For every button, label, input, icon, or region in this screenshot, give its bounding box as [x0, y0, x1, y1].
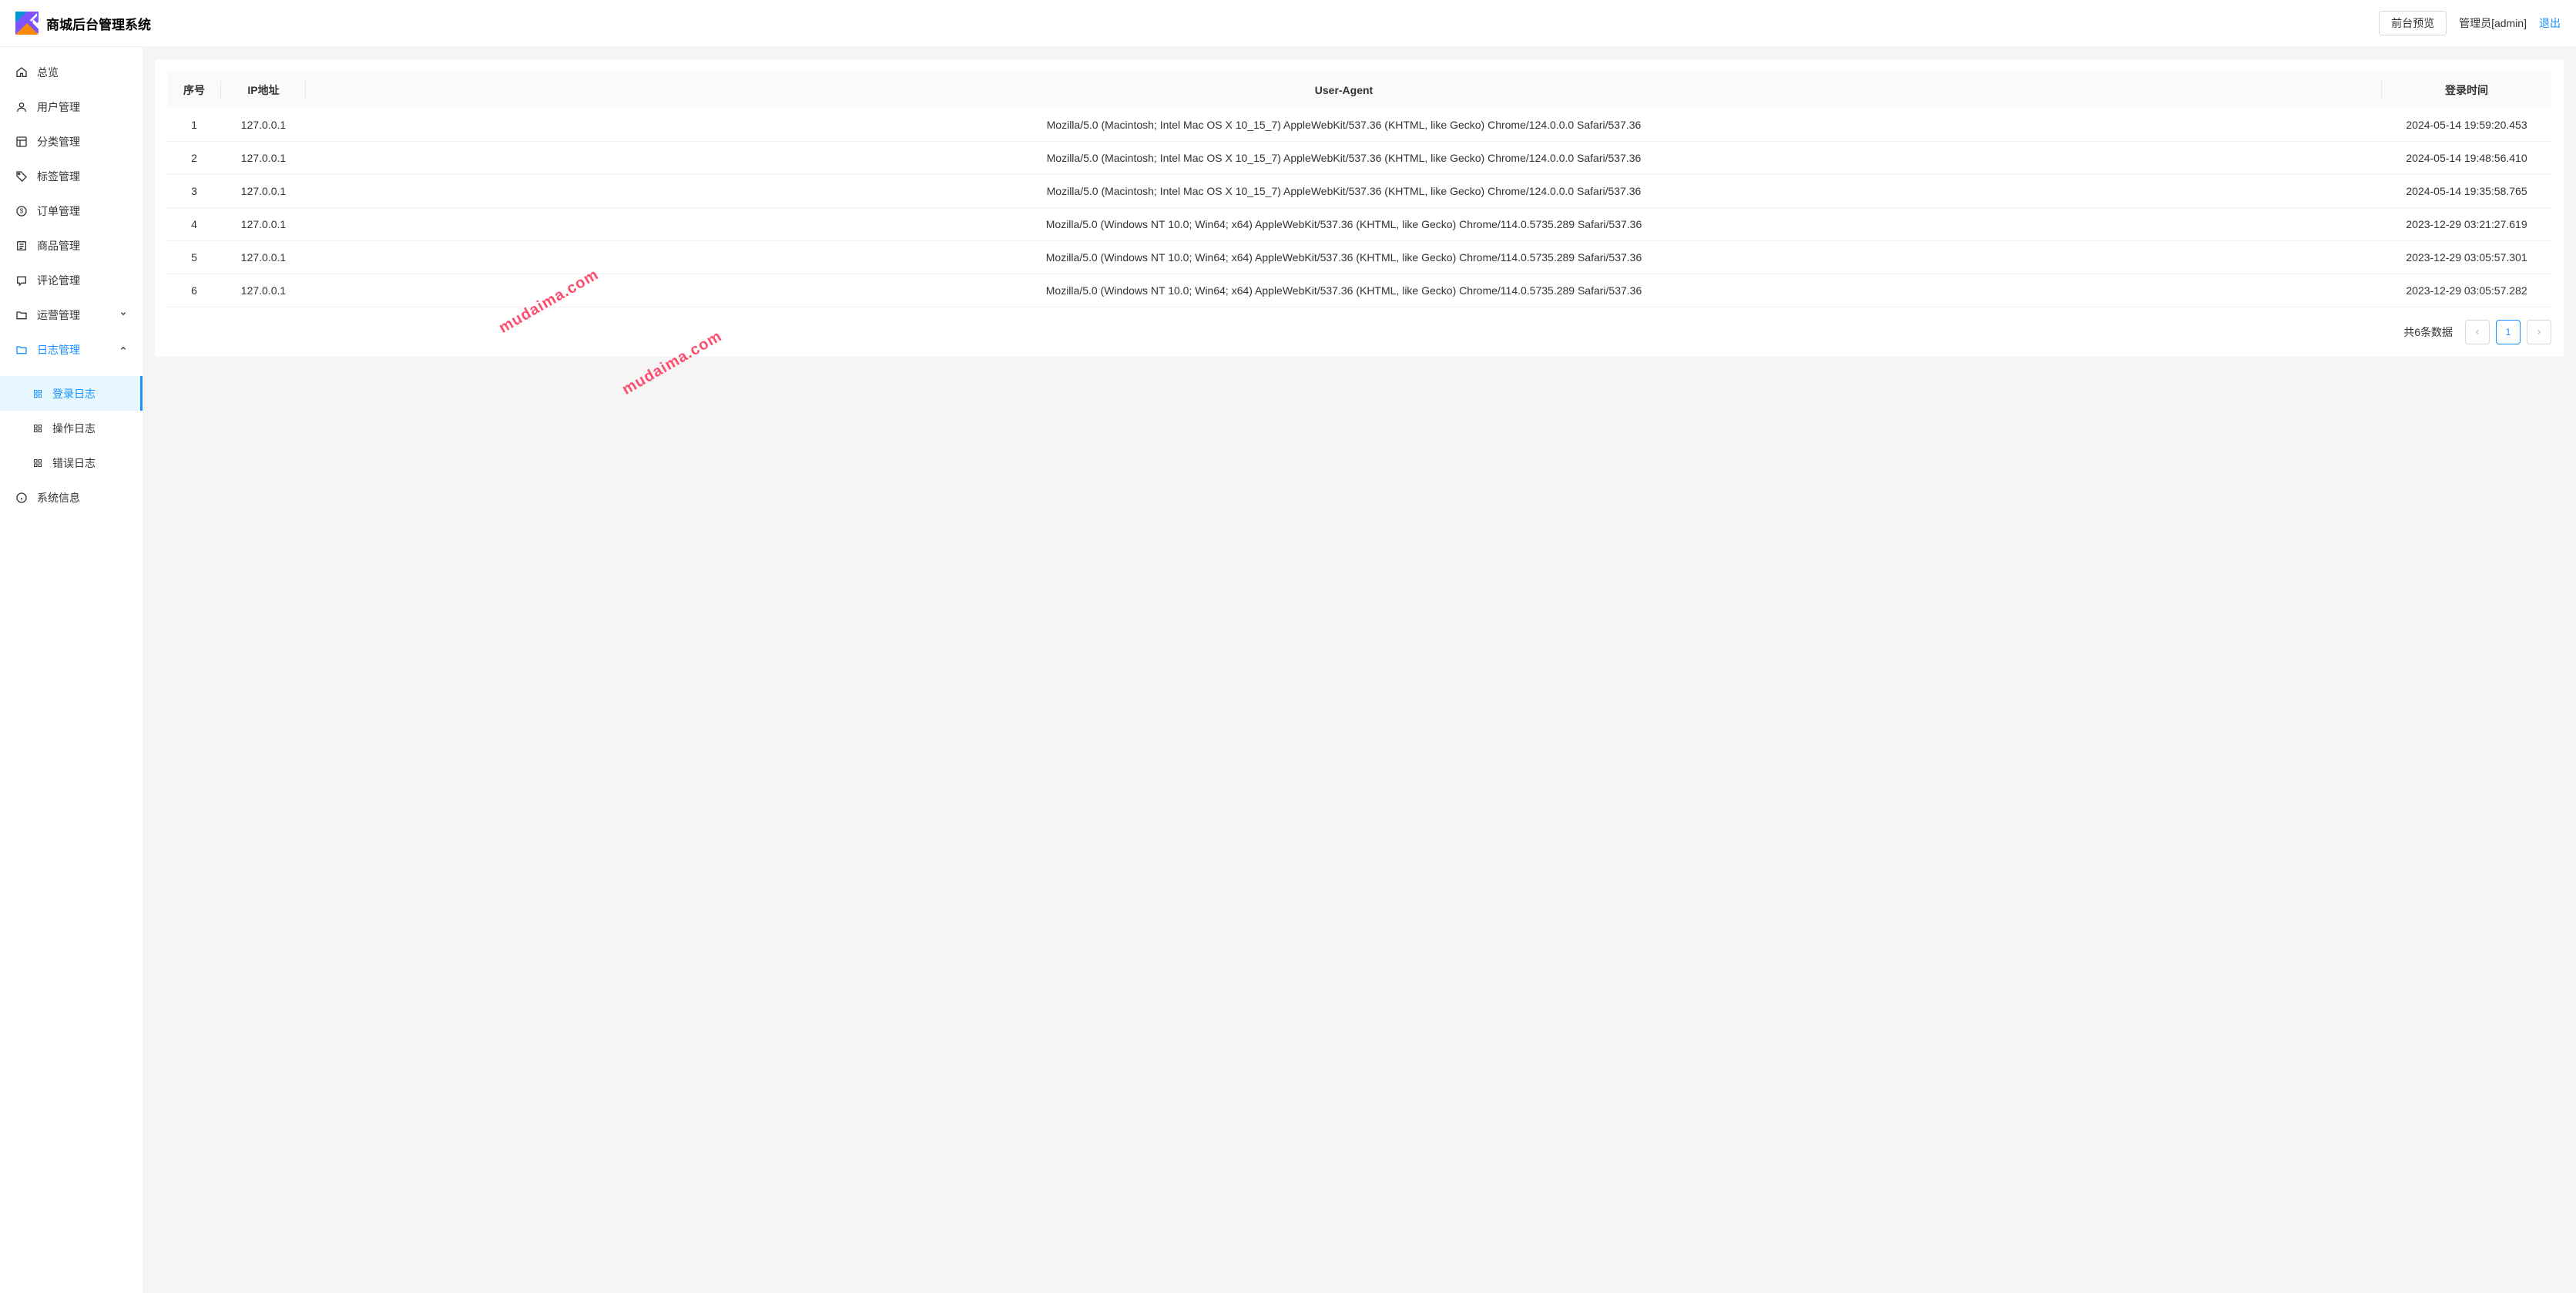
sidebar-item-tags[interactable]: 标签管理: [0, 159, 143, 193]
home-icon: [15, 66, 28, 79]
column-ua: User-Agent: [306, 72, 2382, 109]
sidebar-item-label: 运营管理: [37, 307, 80, 323]
cell-ua: Mozilla/5.0 (Windows NT 10.0; Win64; x64…: [306, 274, 2382, 307]
pagination-page-1[interactable]: 1: [2496, 320, 2521, 344]
logo-icon: [15, 12, 39, 35]
cell-time: 2023-12-29 03:05:57.282: [2382, 274, 2551, 307]
cell-ua: Mozilla/5.0 (Windows NT 10.0; Win64; x64…: [306, 241, 2382, 274]
sidebar-item-label: 订单管理: [37, 203, 80, 219]
submenu-error-log[interactable]: 错误日志: [0, 445, 143, 480]
grid-icon: [32, 388, 43, 399]
column-seq: 序号: [167, 72, 221, 109]
cell-ua: Mozilla/5.0 (Macintosh; Intel Mac OS X 1…: [306, 142, 2382, 175]
sidebar-item-label: 商品管理: [37, 238, 80, 254]
cell-seq: 5: [167, 241, 221, 274]
sidebar-item-label: 用户管理: [37, 99, 80, 115]
table-header-row: 序号 IP地址 User-Agent 登录时间: [167, 72, 2551, 109]
column-ip: IP地址: [221, 72, 306, 109]
content: 序号 IP地址 User-Agent 登录时间 1127.0.0.1Mozill…: [143, 47, 2576, 1293]
cell-ip: 127.0.0.1: [221, 274, 306, 307]
sidebar-item-logs[interactable]: 日志管理: [0, 332, 143, 367]
cell-ip: 127.0.0.1: [221, 175, 306, 208]
cell-time: 2023-12-29 03:21:27.619: [2382, 208, 2551, 241]
submenu-item-label: 错误日志: [52, 455, 96, 471]
log-table: 序号 IP地址 User-Agent 登录时间 1127.0.0.1Mozill…: [167, 72, 2551, 307]
product-icon: [15, 240, 28, 252]
submenu-login-log[interactable]: 登录日志: [0, 376, 143, 411]
submenu-item-label: 登录日志: [52, 386, 96, 401]
pagination-next[interactable]: [2527, 320, 2551, 344]
table-row: 6127.0.0.1Mozilla/5.0 (Windows NT 10.0; …: [167, 274, 2551, 307]
cell-seq: 6: [167, 274, 221, 307]
sidebar-item-system[interactable]: 系统信息: [0, 480, 143, 515]
chevron-up-icon: [119, 344, 127, 354]
table-row: 3127.0.0.1Mozilla/5.0 (Macintosh; Intel …: [167, 175, 2551, 208]
grid-icon: [32, 423, 43, 434]
pagination-prev[interactable]: [2465, 320, 2490, 344]
user-label: 管理员[admin]: [2459, 15, 2527, 31]
sidebar-item-orders[interactable]: $ 订单管理: [0, 193, 143, 228]
grid-icon: [32, 458, 43, 469]
sidebar-item-label: 日志管理: [37, 342, 80, 358]
folder-icon: [15, 309, 28, 321]
cell-time: 2023-12-29 03:05:57.301: [2382, 241, 2551, 274]
pagination: 共6条数据 1: [167, 320, 2551, 344]
table-row: 4127.0.0.1Mozilla/5.0 (Windows NT 10.0; …: [167, 208, 2551, 241]
sidebar-item-operations[interactable]: 运营管理: [0, 297, 143, 332]
column-time: 登录时间: [2382, 72, 2551, 109]
sidebar-item-categories[interactable]: 分类管理: [0, 124, 143, 159]
sidebar-item-products[interactable]: 商品管理: [0, 228, 143, 263]
table-row: 5127.0.0.1Mozilla/5.0 (Windows NT 10.0; …: [167, 241, 2551, 274]
app-title: 商城后台管理系统: [46, 14, 151, 33]
cell-ua: Mozilla/5.0 (Windows NT 10.0; Win64; x64…: [306, 208, 2382, 241]
header-right: 前台预览 管理员[admin] 退出: [2379, 11, 2561, 35]
sidebar-item-label: 标签管理: [37, 169, 80, 184]
sidebar-item-users[interactable]: 用户管理: [0, 89, 143, 124]
cell-seq: 4: [167, 208, 221, 241]
sidebar-item-label: 系统信息: [37, 490, 80, 505]
cell-ua: Mozilla/5.0 (Macintosh; Intel Mac OS X 1…: [306, 109, 2382, 142]
cell-seq: 2: [167, 142, 221, 175]
svg-text:$: $: [20, 207, 24, 214]
header: 商城后台管理系统 前台预览 管理员[admin] 退出: [0, 0, 2576, 47]
pagination-total: 共6条数据: [2403, 324, 2453, 340]
comment-icon: [15, 274, 28, 287]
sidebar-item-comments[interactable]: 评论管理: [0, 263, 143, 297]
table-row: 1127.0.0.1Mozilla/5.0 (Macintosh; Intel …: [167, 109, 2551, 142]
submenu-item-label: 操作日志: [52, 421, 96, 436]
cell-ip: 127.0.0.1: [221, 208, 306, 241]
sidebar-item-label: 总览: [37, 65, 59, 80]
preview-button[interactable]: 前台预览: [2379, 11, 2447, 35]
chevron-down-icon: [119, 310, 127, 320]
sidebar-item-label: 评论管理: [37, 273, 80, 288]
cell-seq: 3: [167, 175, 221, 208]
logout-link[interactable]: 退出: [2539, 15, 2561, 31]
sidebar-item-label: 分类管理: [37, 134, 80, 149]
info-icon: [15, 492, 28, 504]
submenu-operation-log[interactable]: 操作日志: [0, 411, 143, 445]
tag-icon: [15, 170, 28, 183]
sidebar: 总览 用户管理 分类管理 标签管理 $ 订单管理: [0, 47, 143, 1293]
cell-time: 2024-05-14 19:48:56.410: [2382, 142, 2551, 175]
logo: 商城后台管理系统: [15, 12, 151, 35]
folder-icon: [15, 344, 28, 356]
cell-time: 2024-05-14 19:59:20.453: [2382, 109, 2551, 142]
order-icon: $: [15, 205, 28, 217]
user-icon: [15, 101, 28, 113]
category-icon: [15, 136, 28, 148]
cell-time: 2024-05-14 19:35:58.765: [2382, 175, 2551, 208]
card: 序号 IP地址 User-Agent 登录时间 1127.0.0.1Mozill…: [155, 59, 2564, 357]
cell-ip: 127.0.0.1: [221, 109, 306, 142]
cell-ip: 127.0.0.1: [221, 241, 306, 274]
table-row: 2127.0.0.1Mozilla/5.0 (Macintosh; Intel …: [167, 142, 2551, 175]
cell-seq: 1: [167, 109, 221, 142]
cell-ua: Mozilla/5.0 (Macintosh; Intel Mac OS X 1…: [306, 175, 2382, 208]
sidebar-item-overview[interactable]: 总览: [0, 55, 143, 89]
cell-ip: 127.0.0.1: [221, 142, 306, 175]
